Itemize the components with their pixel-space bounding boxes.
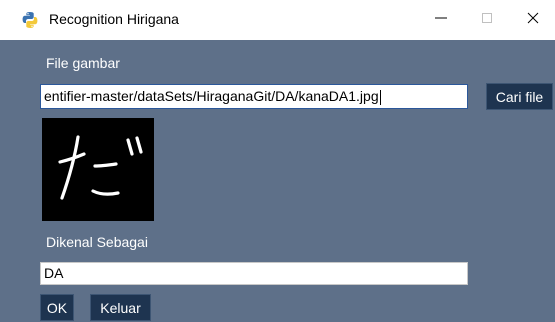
form-panel: File gambar entifier-master/dataSets/Hir… <box>0 40 555 322</box>
minimize-button[interactable] <box>418 0 464 40</box>
maximize-button[interactable] <box>464 0 510 40</box>
minimize-icon <box>435 11 447 29</box>
browse-file-button[interactable]: Cari file <box>486 83 553 110</box>
title-bar[interactable]: Recognition Hirigana <box>0 0 555 40</box>
file-path-input[interactable]: entifier-master/dataSets/HiraganaGit/DA/… <box>40 84 468 109</box>
app-window: Recognition Hirigana File gambar entifie… <box>0 0 555 322</box>
recognized-result-field[interactable]: DA <box>40 262 468 285</box>
file-label: File gambar <box>46 55 120 71</box>
window-title: Recognition Hirigana <box>49 11 179 27</box>
python-icon <box>21 11 39 29</box>
close-icon <box>527 11 539 29</box>
ok-button[interactable]: OK <box>40 294 74 321</box>
recognized-label: Dikenal Sebagai <box>46 234 148 250</box>
text-caret <box>379 89 381 105</box>
hiragana-da-character <box>58 135 143 200</box>
maximize-icon <box>481 11 493 29</box>
exit-button[interactable]: Keluar <box>90 294 151 321</box>
preview-image <box>42 118 154 221</box>
file-path-text: entifier-master/dataSets/HiraganaGit/DA/… <box>44 88 379 104</box>
close-button[interactable] <box>510 0 555 40</box>
